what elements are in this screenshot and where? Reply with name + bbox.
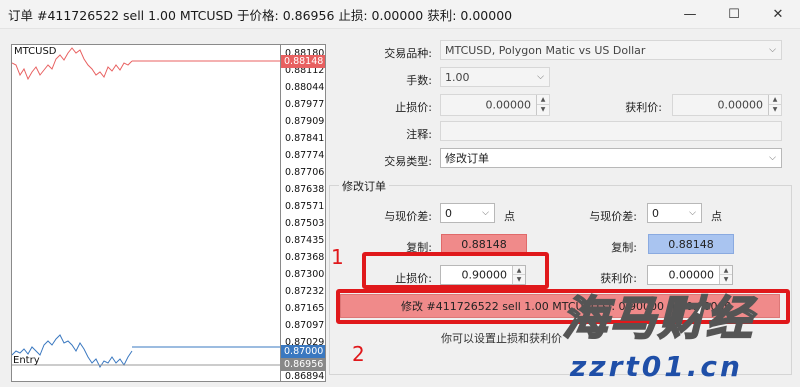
chevron-down-icon: ⌵ bbox=[769, 45, 776, 55]
tick-label: 0.86894 bbox=[285, 371, 325, 382]
diff-select-left[interactable]: 0 ⌵ bbox=[440, 203, 495, 223]
tick-label: 0.87774 bbox=[285, 150, 325, 161]
type-label: 交易类型: bbox=[384, 155, 432, 168]
bid-price-tag: 0.88148 bbox=[281, 55, 325, 68]
tick-label: 0.87165 bbox=[285, 303, 325, 314]
close-button[interactable]: ✕ bbox=[756, 0, 800, 28]
title-bar: 订单 #411726522 sell 1.00 MTCUSD 于价格: 0.86… bbox=[0, 0, 800, 28]
copy-label-right: 复制: bbox=[611, 241, 637, 254]
tick-label: 0.87841 bbox=[285, 133, 325, 144]
entry-label: Entry bbox=[13, 355, 40, 366]
tick-label: 0.87435 bbox=[285, 235, 325, 246]
type-value: 修改订单 bbox=[445, 152, 489, 165]
tick-label: 0.87503 bbox=[285, 218, 325, 229]
tp-spinner[interactable]: ▲ ▼ bbox=[768, 95, 781, 115]
copy-bid-button[interactable]: 0.88148 bbox=[441, 234, 527, 254]
tick-label: 0.87909 bbox=[285, 116, 325, 127]
type-select[interactable]: 修改订单 ⌵ bbox=[440, 148, 782, 168]
diff-label-right: 与现价差: bbox=[589, 210, 637, 223]
diff-select-right[interactable]: 0 ⌵ bbox=[647, 203, 702, 223]
chevron-down-icon: ⌵ bbox=[537, 72, 544, 82]
tick-label: 0.87571 bbox=[285, 201, 325, 212]
comment-input[interactable] bbox=[440, 121, 782, 141]
window-title: 订单 #411726522 sell 1.00 MTCUSD 于价格: 0.86… bbox=[8, 7, 513, 23]
sl-spinbox[interactable]: 0.00000 ▲ ▼ bbox=[440, 94, 550, 116]
chart-symbol: MTCUSD bbox=[14, 46, 57, 57]
sl-spinner[interactable]: ▲ ▼ bbox=[536, 95, 549, 115]
diff-value-right: 0 bbox=[652, 206, 659, 220]
chart-plot bbox=[12, 47, 280, 368]
copy-ask-button[interactable]: 0.88148 bbox=[648, 234, 734, 254]
chevron-down-icon: ⌵ bbox=[482, 208, 489, 218]
maximize-button[interactable]: ☐ bbox=[712, 0, 756, 28]
tick-label: 0.87232 bbox=[285, 286, 325, 297]
chevron-down-icon: ⌵ bbox=[689, 208, 696, 218]
tick-label: 0.87097 bbox=[285, 320, 325, 331]
tp-value: 0.00000 bbox=[717, 98, 764, 112]
watermark-brand-text: 海马财经 bbox=[561, 290, 754, 346]
symbol-value: MTCUSD, Polygon Matic vs US Dollar bbox=[445, 43, 646, 57]
spin-down-icon[interactable]: ▼ bbox=[537, 105, 549, 115]
spin-up-icon[interactable]: ▲ bbox=[537, 95, 549, 105]
comment-label: 注释: bbox=[406, 128, 432, 141]
tick-label: 0.87300 bbox=[285, 269, 325, 280]
tick-label: 0.88044 bbox=[285, 82, 325, 93]
highlight-box-sl bbox=[362, 252, 549, 289]
tick-label: 0.87638 bbox=[285, 184, 325, 195]
points-unit-right: 点 bbox=[711, 210, 722, 223]
tp-spinbox[interactable]: 0.00000 ▲ ▼ bbox=[672, 94, 782, 116]
current-price-tag: 0.86956 bbox=[281, 358, 325, 371]
points-unit-left: 点 bbox=[504, 210, 515, 223]
entry-price-tag: 0.87000 bbox=[281, 345, 325, 358]
volume-value: 1.00 bbox=[445, 70, 470, 84]
spin-down-icon[interactable]: ▼ bbox=[769, 105, 781, 115]
symbol-label: 交易品种: bbox=[384, 47, 432, 60]
group-title: 修改订单 bbox=[339, 178, 389, 194]
minimize-button[interactable]: — bbox=[668, 0, 712, 28]
tp-label: 获利价: bbox=[625, 101, 662, 114]
volume-select[interactable]: 1.00 ⌵ bbox=[440, 67, 550, 87]
spin-up-icon[interactable]: ▲ bbox=[769, 95, 781, 105]
sl-label: 止损价: bbox=[395, 101, 432, 114]
chevron-down-icon: ⌵ bbox=[769, 153, 776, 163]
watermark: 海马财经 zzrt01.cn bbox=[530, 268, 800, 387]
sl-value: 0.00000 bbox=[485, 98, 532, 112]
symbol-select[interactable]: MTCUSD, Polygon Matic vs US Dollar ⌵ bbox=[440, 40, 782, 60]
volume-label: 手数: bbox=[406, 74, 432, 87]
tick-label: 0.87977 bbox=[285, 99, 325, 110]
diff-value-left: 0 bbox=[445, 206, 452, 220]
diff-label-left: 与现价差: bbox=[384, 210, 432, 223]
tick-label: 0.87368 bbox=[285, 252, 325, 263]
watermark-url-text: zzrt01.cn bbox=[570, 350, 743, 383]
price-chart: MTCUSD Entry bbox=[11, 44, 281, 382]
annotation-number-one: 1 bbox=[331, 245, 344, 269]
price-axis: 0.88180 0.88112 0.88044 0.87977 0.87909 … bbox=[281, 44, 326, 382]
tick-label: 0.87706 bbox=[285, 167, 325, 178]
annotation-number-two: 2 bbox=[352, 342, 365, 366]
